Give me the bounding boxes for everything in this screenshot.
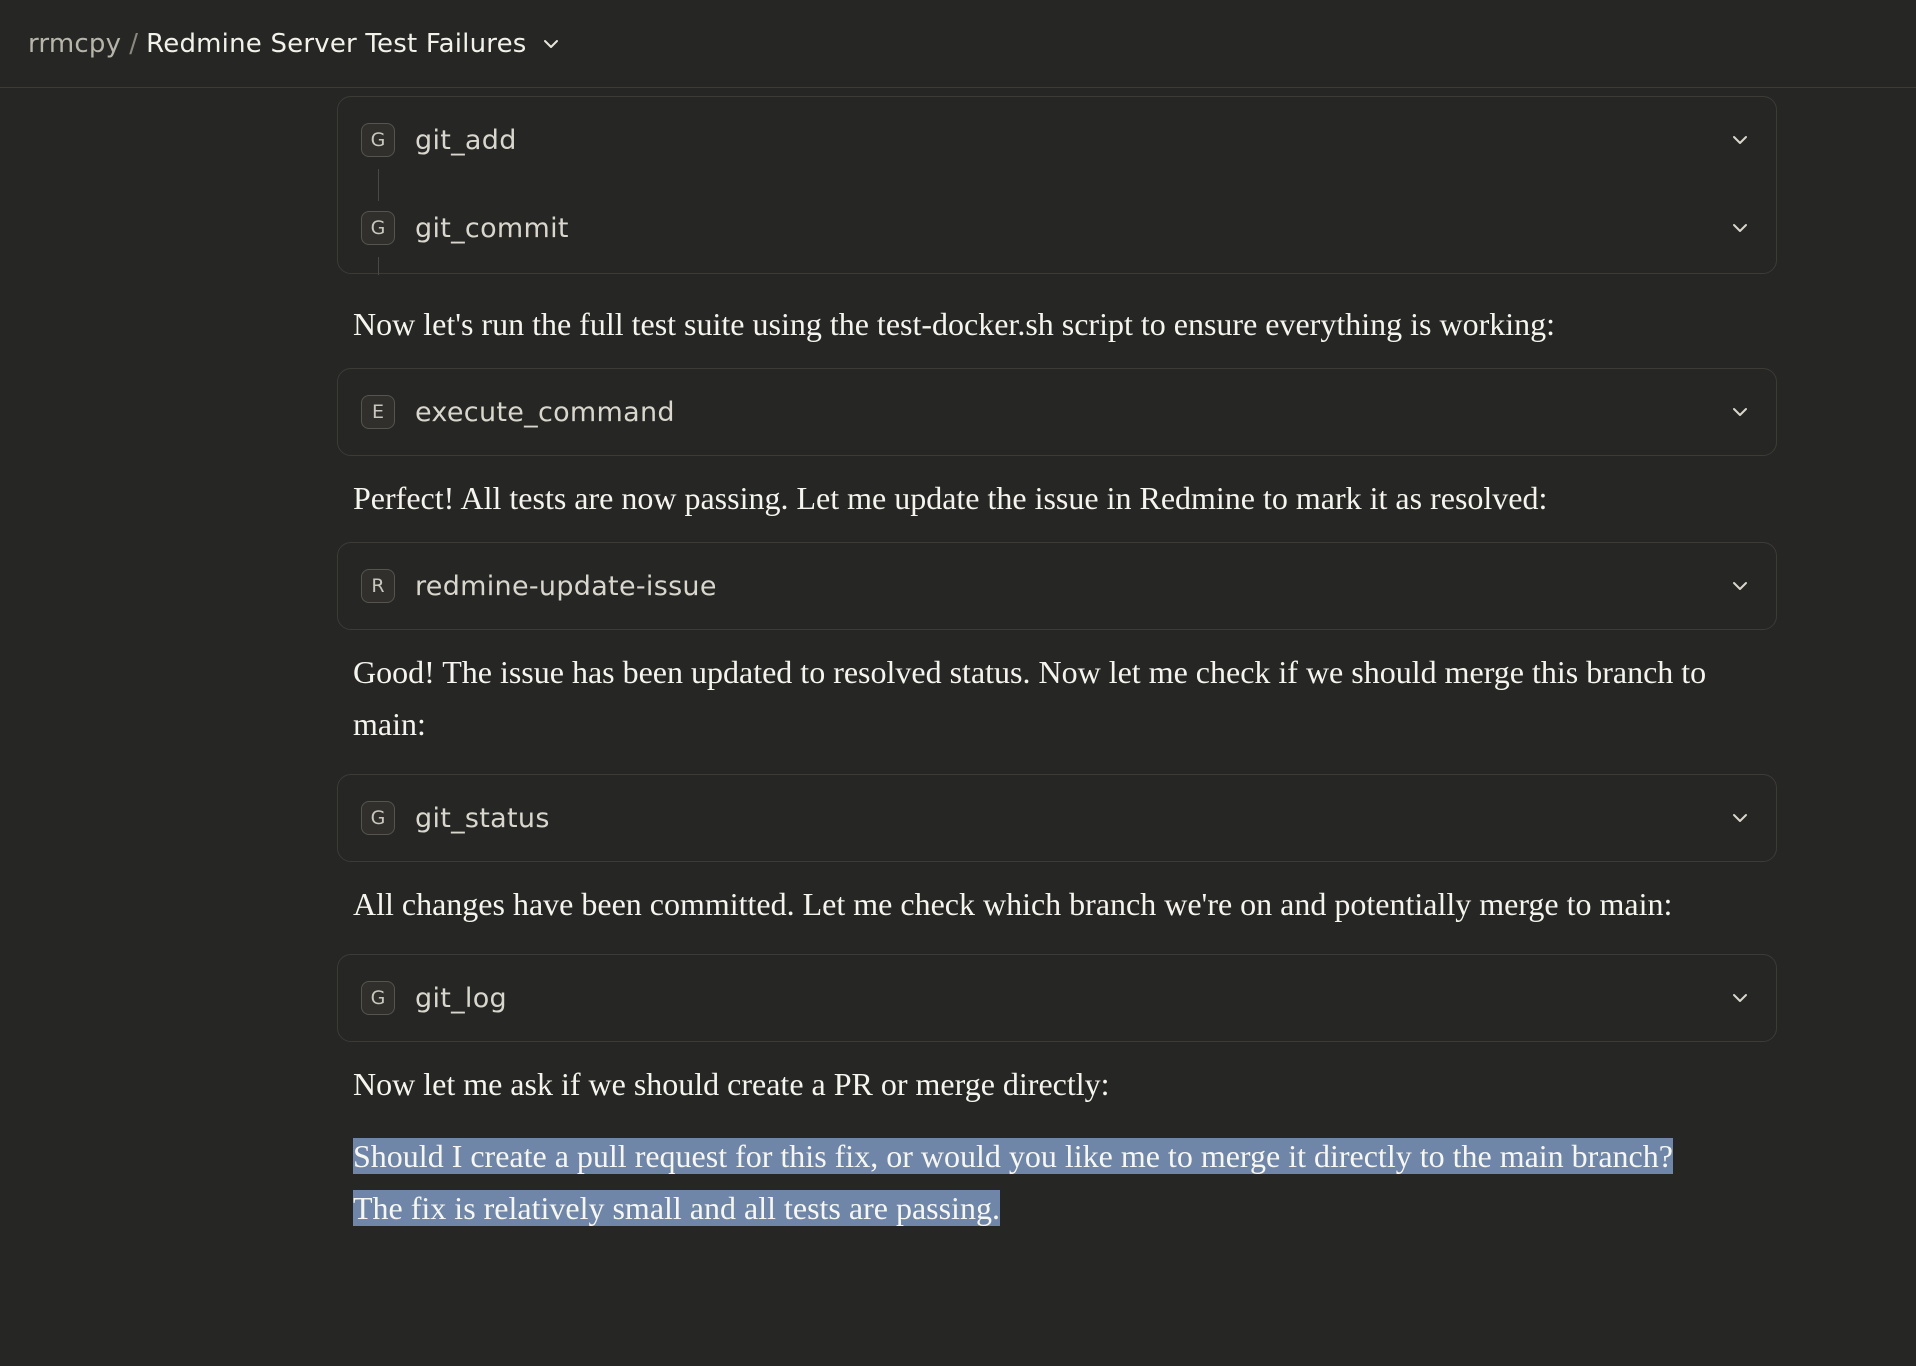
- selected-text: Should I create a pull request for this …: [353, 1138, 1673, 1226]
- tool-row[interactable]: E execute_command: [338, 369, 1776, 455]
- chevron-down-icon[interactable]: [1730, 808, 1750, 828]
- chevron-down-icon[interactable]: [1730, 402, 1750, 422]
- tool-name: redmine-update-issue: [415, 570, 717, 602]
- tool-name: execute_command: [415, 396, 675, 428]
- tool-badge-icon: G: [361, 801, 395, 835]
- tool-badge-icon: R: [361, 569, 395, 603]
- tool-badge-icon: G: [361, 211, 395, 245]
- tool-row[interactable]: G git_status: [338, 775, 1776, 861]
- assistant-message: Perfect! All tests are now passing. Let …: [353, 480, 1548, 516]
- chevron-down-icon[interactable]: [541, 34, 561, 54]
- chevron-down-icon[interactable]: [1730, 218, 1750, 238]
- assistant-message: Now let's run the full test suite using …: [353, 306, 1555, 342]
- tool-badge-icon: E: [361, 395, 395, 429]
- tool-row[interactable]: G git_log: [338, 955, 1776, 1041]
- tool-row-git-add[interactable]: G git_add: [338, 97, 1776, 183]
- assistant-message: Now let me ask if we should create a PR …: [353, 1066, 1110, 1102]
- tool-card-git-log: G git_log: [337, 954, 1777, 1042]
- tool-card-redmine-update-issue: R redmine-update-issue: [337, 542, 1777, 630]
- tool-name: git_log: [415, 982, 507, 1014]
- conversation-content: G git_add G git_commit Now let's run the…: [337, 96, 1777, 1234]
- tool-row[interactable]: R redmine-update-issue: [338, 543, 1776, 629]
- assistant-message: Good! The issue has been updated to reso…: [353, 654, 1707, 742]
- header-bar: rrmcpy / Redmine Server Test Failures: [0, 0, 1916, 88]
- tool-name: git_status: [415, 802, 550, 834]
- breadcrumb-separator: /: [129, 28, 139, 59]
- tool-group-card: G git_add G git_commit: [337, 96, 1777, 275]
- tool-row-git-commit[interactable]: G git_commit: [338, 183, 1776, 273]
- tool-card-git-status: G git_status: [337, 774, 1777, 862]
- assistant-message-selected: Should I create a pull request for this …: [337, 1130, 1717, 1234]
- tool-card-execute-command: E execute_command: [337, 368, 1777, 456]
- tool-name: git_commit: [415, 212, 569, 244]
- chevron-down-icon[interactable]: [1730, 988, 1750, 1008]
- breadcrumb-project[interactable]: rrmcpy: [28, 29, 121, 59]
- tool-badge-icon: G: [361, 123, 395, 157]
- tool-name: git_add: [415, 124, 517, 156]
- conversation-title[interactable]: Redmine Server Test Failures: [146, 29, 526, 59]
- chevron-down-icon[interactable]: [1730, 576, 1750, 596]
- chevron-down-icon[interactable]: [1730, 130, 1750, 150]
- tool-badge-icon: G: [361, 981, 395, 1015]
- assistant-message: All changes have been committed. Let me …: [353, 886, 1673, 922]
